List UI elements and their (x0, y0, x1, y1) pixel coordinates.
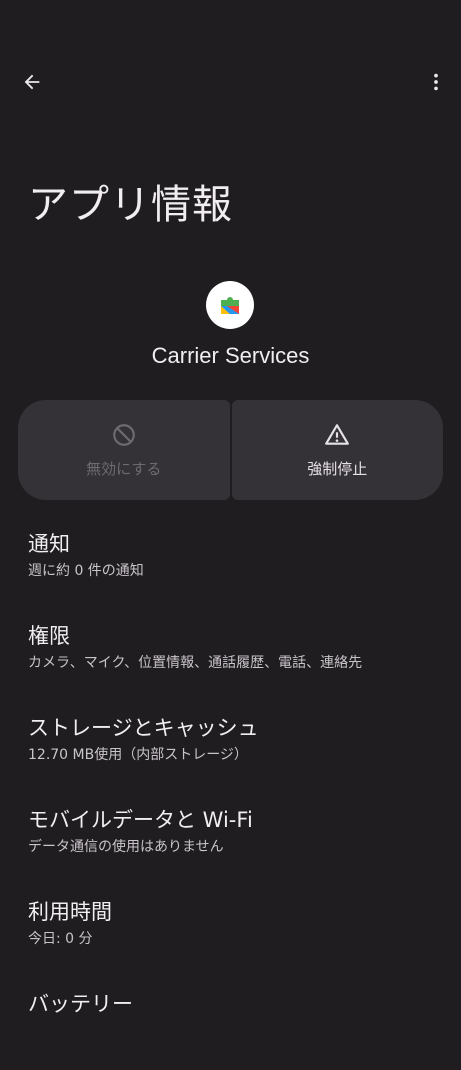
setting-battery[interactable]: バッテリー (0, 978, 461, 1070)
more-options-button[interactable] (416, 62, 456, 102)
disable-button-label: 無効にする (86, 459, 162, 478)
setting-storage-cache[interactable]: ストレージとキャッシュ 12.70 MB使用（内部ストレージ） (0, 702, 461, 794)
setting-title: ストレージとキャッシュ (28, 716, 259, 740)
setting-title: 通知 (28, 532, 70, 556)
setting-summary: 今日: 0 分 (28, 931, 93, 947)
setting-summary: データ通信の使用はありません (28, 839, 224, 855)
disable-button[interactable]: 無効にする (18, 400, 230, 500)
carrier-services-puzzle-icon (221, 297, 239, 314)
setting-summary: 週に約 0 件の通知 (28, 563, 144, 579)
top-app-bar (0, 56, 461, 108)
arrow-left-icon (24, 74, 40, 90)
setting-permissions[interactable]: 権限 カメラ、マイク、位置情報、通話履歴、電話、連絡先 (0, 610, 461, 702)
setting-mobile-data-wifi[interactable]: モバイルデータと Wi-Fi データ通信の使用はありません (0, 794, 461, 886)
force-stop-button-label: 強制停止 (307, 459, 368, 478)
setting-summary: 12.70 MB使用（内部ストレージ） (28, 747, 248, 763)
setting-notifications[interactable]: 通知 週に約 0 件の通知 (0, 518, 461, 610)
more-vert-icon (434, 73, 438, 91)
page-title: アプリ情報 (28, 182, 233, 228)
setting-title: バッテリー (28, 992, 133, 1016)
force-stop-button[interactable]: 強制停止 (231, 400, 443, 500)
setting-summary: カメラ、マイク、位置情報、通話履歴、電話、連絡先 (28, 655, 363, 671)
setting-title: 権限 (28, 624, 70, 648)
setting-title: モバイルデータと Wi-Fi (28, 808, 253, 832)
warning-icon (325, 423, 350, 445)
app-settings-list: 通知 週に約 0 件の通知 権限 カメラ、マイク、位置情報、通話履歴、電話、連絡… (0, 518, 461, 1070)
setting-title: 利用時間 (28, 900, 112, 924)
block-icon (112, 423, 135, 446)
app-name: Carrier Services (151, 343, 310, 368)
back-button[interactable] (12, 62, 52, 102)
app-action-buttons: 無効にする 強制停止 (18, 400, 443, 500)
app-icon (206, 281, 254, 329)
setting-screen-time[interactable]: 利用時間 今日: 0 分 (0, 886, 461, 978)
